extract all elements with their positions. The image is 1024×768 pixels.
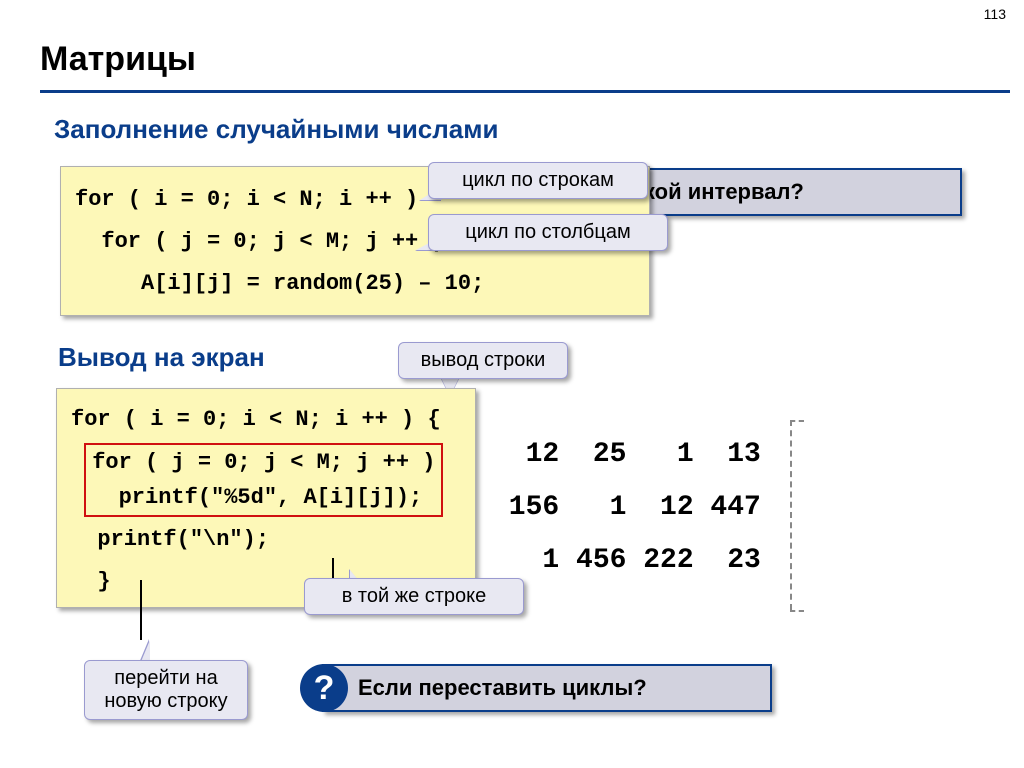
highlighted-inner-loop: for ( j = 0; j < M; j ++ ) printf("%5d",…: [84, 443, 443, 517]
connector-line: [332, 558, 334, 578]
callout-newline: перейти на новую строку: [84, 660, 248, 720]
question-swap-label: Если переставить циклы?: [358, 675, 665, 701]
callout-rows-loop: цикл по строкам: [428, 162, 648, 199]
section-heading-output: Вывод на экран: [58, 342, 265, 373]
question-swap-box: ? Если переставить циклы?: [322, 664, 772, 712]
connector-line: [140, 580, 142, 640]
matrix-output: 12 25 1 13 156 1 12 447 1 456 222 23: [492, 428, 761, 588]
code-line: for ( i = 0; i < N; i ++ ): [75, 187, 418, 212]
matrix-bracket: [790, 610, 804, 612]
page-number: 113: [984, 6, 1006, 22]
code-block-output: for ( i = 0; i < N; i ++ ) { for ( j = 0…: [56, 388, 476, 608]
code-line: }: [71, 569, 111, 594]
title-underline: [40, 90, 1010, 93]
code-line: printf("%5d", A[i][j]);: [92, 485, 422, 510]
matrix-bracket: [790, 420, 804, 422]
code-line: A[i][j] = random(25) – 10;: [75, 271, 484, 296]
callout-output-row: вывод строки: [398, 342, 568, 379]
matrix-row: 156 1 12 447: [492, 492, 761, 523]
callout-same-line: в той же строке: [304, 578, 524, 615]
page-title: Матрицы: [40, 40, 196, 79]
code-line: for ( i = 0; i < N; i ++ ) {: [71, 407, 441, 432]
callout-cols-loop: цикл по столбцам: [428, 214, 668, 251]
matrix-row: 12 25 1 13: [492, 439, 761, 470]
code-line: printf("\n");: [71, 527, 269, 552]
code-line: for ( j = 0; j < M; j ++ ): [92, 450, 435, 475]
section-heading-fill: Заполнение случайными числами: [54, 114, 498, 145]
matrix-row: 1 456 222 23: [492, 545, 761, 576]
question-mark-icon: ?: [300, 664, 348, 712]
matrix-bracket: [790, 420, 792, 610]
code-line: for ( j = 0; j < M; j ++ ): [75, 229, 445, 254]
